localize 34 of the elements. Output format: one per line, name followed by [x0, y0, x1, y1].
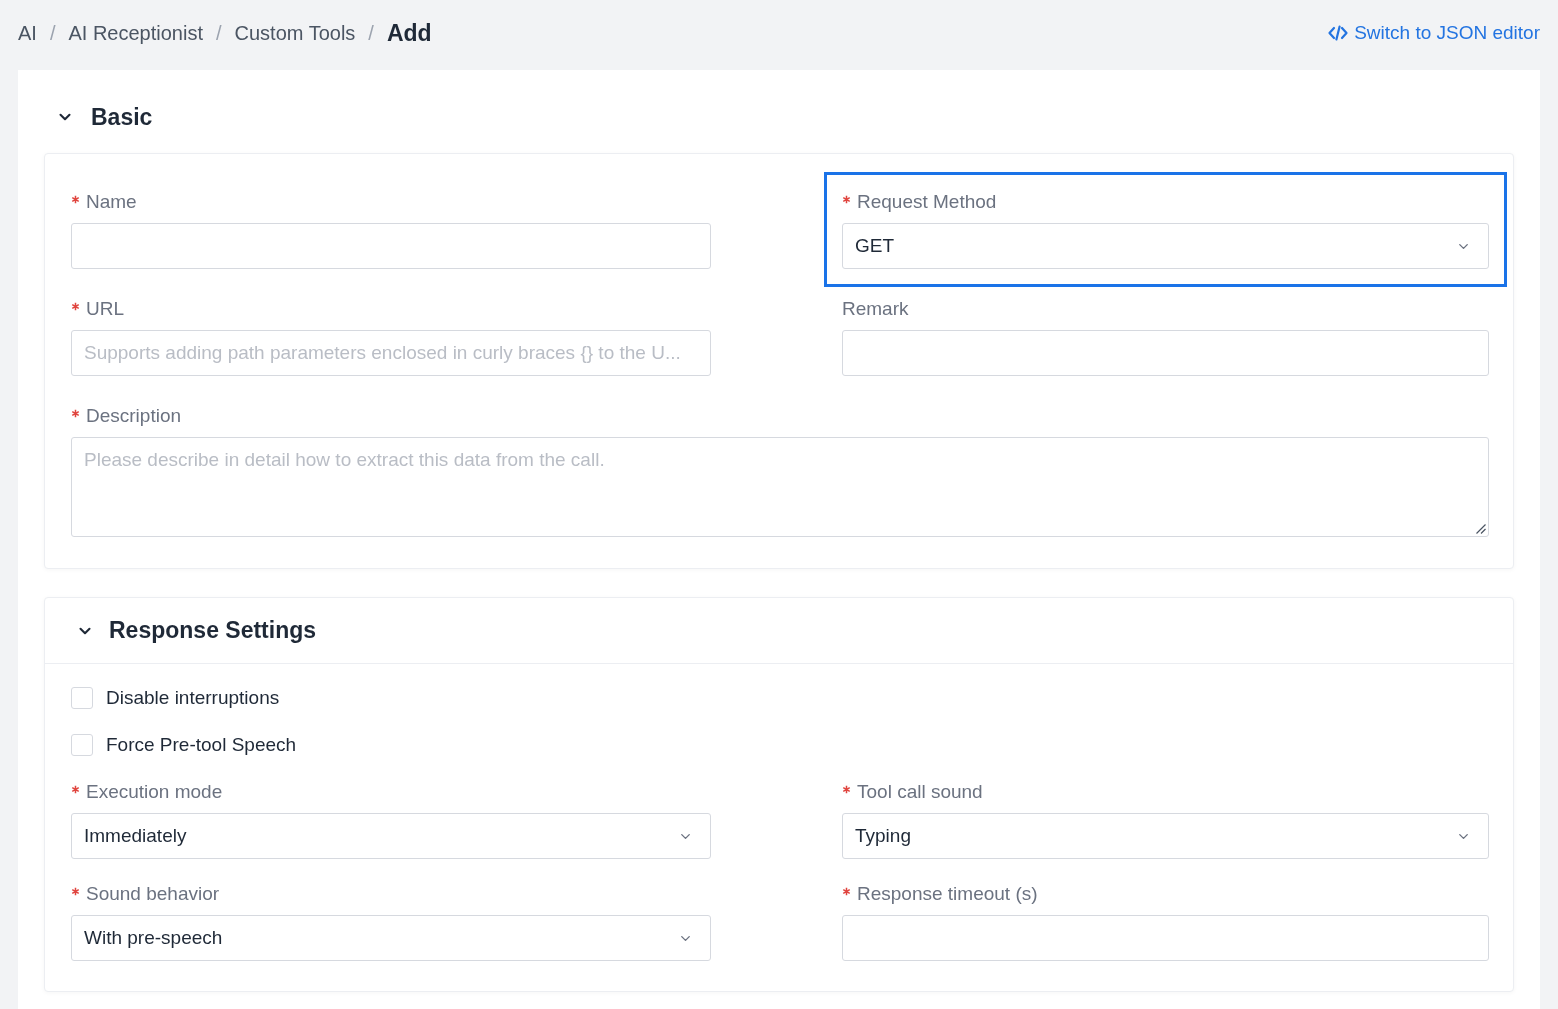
text-area[interactable]: Please describe in detail how to extract this data from the call. [71, 437, 1489, 537]
checkbox[interactable] [71, 687, 93, 709]
breadcrumb-link[interactable]: AI [18, 18, 37, 48]
checkbox[interactable] [71, 734, 93, 756]
select-field[interactable]: Immediately [71, 813, 711, 859]
breadcrumb-separator: / [368, 21, 374, 46]
section-header[interactable]: Response Settings [76, 613, 317, 648]
field-label: Description [86, 404, 182, 428]
field-label: Sound behavior [86, 882, 220, 906]
text-input[interactable] [842, 330, 1489, 376]
select-field[interactable]: With pre-speech [71, 915, 711, 961]
breadcrumb-separator: / [49, 21, 56, 46]
field-label: Tool call sound [857, 780, 983, 804]
json-editor-link[interactable]: Switch to JSON editor [1328, 18, 1540, 48]
code-icon [1328, 25, 1349, 41]
field-label: Response timeout (s) [857, 882, 1038, 906]
field-label: Request Method [857, 190, 997, 214]
field-label: URL [86, 297, 124, 321]
text-input[interactable]: Supports adding path parameters enclosed in curly braces {} to the U... [71, 330, 711, 376]
field-label: Execution mode [86, 780, 223, 804]
resize-handle-icon[interactable] [1476, 524, 1486, 534]
breadcrumb-separator: / [216, 21, 222, 46]
text-input[interactable] [71, 223, 711, 269]
select-field[interactable]: GET [842, 223, 1489, 269]
checkbox-label: Force Pre-tool Speech [106, 733, 297, 757]
breadcrumb-current: Add [386, 18, 432, 48]
select-field[interactable]: Typing [842, 813, 1489, 859]
breadcrumb-link[interactable]: Custom Tools [234, 18, 356, 48]
text-input[interactable] [842, 915, 1489, 961]
checkbox-label: Disable interruptions [106, 686, 280, 710]
field-label: Name [86, 190, 137, 214]
field-label: Remark [842, 297, 909, 321]
section-header[interactable]: Basic [56, 99, 153, 135]
breadcrumb-link[interactable]: AI Receptionist [68, 18, 203, 48]
